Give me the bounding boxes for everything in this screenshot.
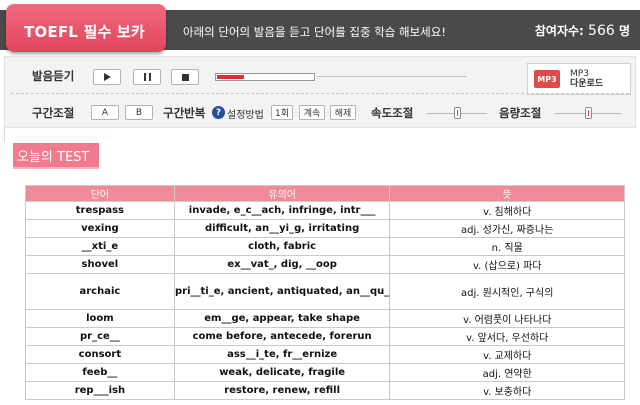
synonyms-cell: em__ge, appear, take shape (173, 309, 391, 328)
synonyms-cell: come before, antecede, forerun (173, 327, 391, 346)
table-row: shovel ex__vat_, dig, __oop v. (삽으로) 파다 (25, 255, 625, 274)
play-button[interactable] (93, 69, 121, 85)
synonyms-cell: cloth, fabric (173, 237, 391, 256)
table-header-row: 단어 유의어 뜻 (25, 185, 625, 202)
header: TOEFL 필수 보카 아래의 단어의 발음을 듣고 단어를 집중 학습 해보세… (0, 0, 640, 56)
logo-tab: TOEFL 필수 보카 (6, 4, 166, 52)
meaning-cell: v. 침해하다 (389, 201, 625, 220)
table-row: trespass invade, e_c__ach, infringe, int… (25, 201, 625, 220)
meaning-cell: v. 앞서다, 우선하다 (389, 327, 625, 346)
meaning-cell: n. 직물 (389, 237, 625, 256)
logo-text: TOEFL 필수 보카 (24, 23, 145, 41)
meaning-cell: v. 보충하다 (389, 381, 625, 400)
listen-label: 발음듣기 (32, 69, 75, 83)
playback-progress-bar[interactable] (215, 73, 315, 81)
stop-button[interactable] (171, 69, 199, 85)
mp3-label-line1: MP3 (570, 69, 589, 79)
stop-icon (181, 73, 189, 81)
synonyms-cell: restore, renew, refill (173, 381, 391, 400)
word-cell: __xti_e (25, 237, 175, 256)
word-cell: consort (25, 345, 175, 364)
section-b-button[interactable]: B (125, 105, 153, 120)
synonyms-cell: difficult, an__yi_g, irritating (173, 219, 391, 238)
synonyms-cell: ex__vat_, dig, __oop (173, 255, 391, 274)
synonyms-cell: weak, delicate, fragile (173, 363, 391, 382)
participants-count: 566 (588, 23, 615, 39)
header-description: 아래의 단어의 발음을 듣고 단어를 집중 학습 해보세요! (183, 25, 446, 39)
meaning-cell: adj. 연약한 (389, 363, 625, 382)
table-row: pr_ce__ come before, antecede, forerun v… (25, 327, 625, 346)
column-header-word: 단어 (25, 185, 175, 202)
participants-label: 참여자수: (534, 24, 584, 38)
speed-slider-knob[interactable] (454, 107, 461, 119)
mp3-download-label: MP3 다운로드 (570, 69, 603, 89)
participants-unit: 명 (618, 24, 630, 38)
player-control-panel: 발음듣기 MP3 MP3 다운로드 구간조절 A B 구간반복 ? 설정방법 1… (4, 56, 636, 128)
synonyms-cell: invade, e_c__ach, infringe, intr___ (173, 201, 391, 220)
repeat-release-button[interactable]: 해제 (330, 105, 356, 120)
word-cell: feeb__ (25, 363, 175, 382)
help-icon[interactable]: ? (212, 106, 225, 119)
meaning-cell: adj. 성가신, 짜증나는 (389, 219, 625, 238)
word-cell: vexing (25, 219, 175, 238)
repeat-continuous-button[interactable]: 계속 (299, 105, 325, 120)
word-cell: loom (25, 309, 175, 328)
panel-side-rule (4, 128, 5, 142)
section-a-button[interactable]: A (91, 105, 119, 120)
pause-icon (143, 73, 151, 81)
column-header-meaning: 뜻 (389, 185, 625, 202)
play-icon (103, 73, 111, 81)
table-row: archaic pri__ti_e, ancient, antiquated, … (25, 273, 625, 310)
meaning-cell: v. 교제하다 (389, 345, 625, 364)
word-cell: rep___ish (25, 381, 175, 400)
table-row: __xti_e cloth, fabric n. 직물 (25, 237, 625, 256)
synonyms-cell: pri__ti_e, ancient, antiquated, an__qu_ (173, 273, 391, 310)
meaning-cell: adj. 원시적인, 구식의 (389, 273, 625, 310)
column-header-synonyms: 유의어 (173, 185, 391, 202)
panel-divider (11, 93, 629, 94)
synonyms-cell: ass__i_te, fr__ernize (173, 345, 391, 364)
meaning-cell: v. (삽으로) 파다 (389, 255, 625, 274)
participants-counter: 참여자수: 566 명 (535, 22, 630, 39)
table-row: feeb__ weak, delicate, fragile adj. 연약한 (25, 363, 625, 382)
table-row: consort ass__i_te, fr__ernize v. 교제하다 (25, 345, 625, 364)
mp3-icon: MP3 (534, 70, 560, 88)
volume-control-label: 음량조절 (499, 106, 542, 120)
playback-progress-fill (217, 75, 244, 79)
section-control-label: 구간조절 (32, 106, 75, 120)
today-test-tag: 오늘의 TEST (13, 143, 99, 169)
repeat-control-label: 구간반복 (163, 106, 206, 120)
word-cell: shovel (25, 255, 175, 274)
repeat-once-button[interactable]: 1회 (271, 105, 293, 120)
word-cell: trespass (25, 201, 175, 220)
table-row: vexing difficult, an__yi_g, irritating a… (25, 219, 625, 238)
mp3-download-button[interactable]: MP3 MP3 다운로드 (527, 63, 631, 95)
playback-progress-rail (317, 76, 467, 77)
speed-control-label: 속도조절 (371, 106, 414, 120)
word-cell: archaic (25, 273, 175, 310)
pause-button[interactable] (133, 69, 161, 85)
word-cell: pr_ce__ (25, 327, 175, 346)
volume-slider-knob[interactable] (585, 107, 592, 119)
vocabulary-table: 단어 유의어 뜻 trespass invade, e_c__ach, infr… (25, 185, 625, 400)
mp3-label-line2: 다운로드 (570, 79, 604, 89)
meaning-cell: v. 어렴풋이 나타나다 (389, 309, 625, 328)
setup-method-link[interactable]: 설정방법 (227, 106, 264, 121)
table-row: rep___ish restore, renew, refill v. 보충하다 (25, 381, 625, 400)
table-row: loom em__ge, appear, take shape v. 어렴풋이 … (25, 309, 625, 328)
